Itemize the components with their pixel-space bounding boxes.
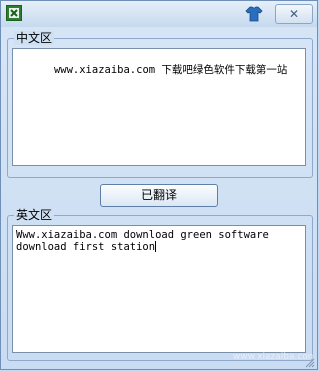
svg-text:下载吧: 下载吧	[181, 303, 301, 349]
chinese-area-group: 中文区 www.xiazaiba.com 下载吧绿色软件下载第一站	[7, 31, 313, 178]
translate-button-label: 已翻译	[140, 188, 177, 202]
chinese-text-value: www.xiazaiba.com 下载吧绿色软件下载第一站	[53, 64, 288, 76]
title-bar: ✕	[1, 1, 317, 27]
chinese-area-title: 中文区	[14, 31, 55, 45]
close-icon: ✕	[288, 7, 300, 21]
english-text-value: Www.xiazaiba.com download green software…	[16, 229, 276, 253]
resize-grip[interactable]	[305, 357, 315, 368]
svg-text:www.xiazaiba.com: www.xiazaiba.com	[233, 352, 313, 362]
translate-button[interactable]: 已翻译	[100, 184, 218, 207]
excel-icon	[6, 5, 22, 21]
watermark-logo: 下载吧 www.xiazaiba.com	[177, 297, 317, 365]
close-button[interactable]: ✕	[275, 4, 313, 24]
chinese-text-input[interactable]: www.xiazaiba.com 下载吧绿色软件下载第一站	[12, 48, 306, 166]
text-caret	[155, 241, 157, 252]
english-area-title: 英文区	[14, 208, 55, 222]
app-window: ✕ 中文区 www.xiazaiba.com 下载吧绿色软件下载第一站 已翻译 …	[0, 0, 318, 370]
shirt-icon[interactable]	[245, 5, 263, 23]
